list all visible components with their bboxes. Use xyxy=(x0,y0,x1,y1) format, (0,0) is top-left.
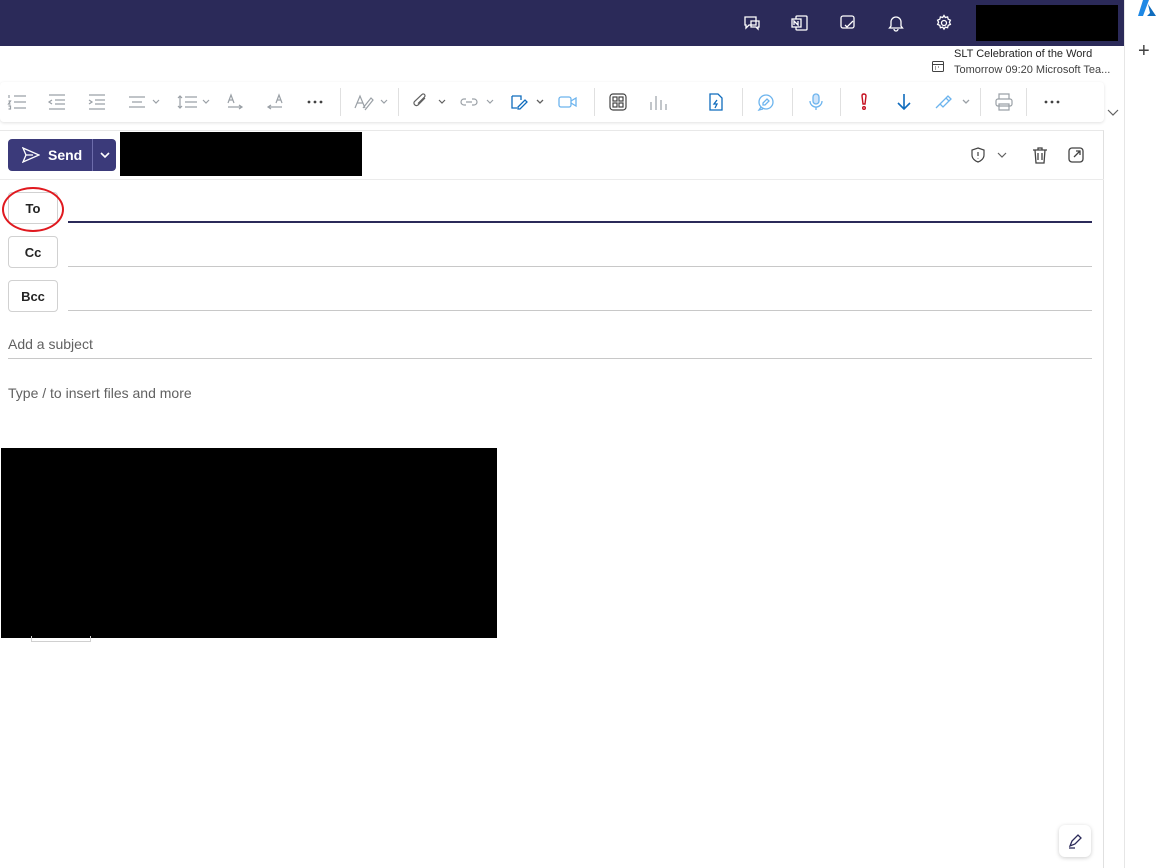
copilot-chat-icon[interactable] xyxy=(754,90,778,114)
bell-icon[interactable] xyxy=(882,9,910,37)
line-spacing-dropdown[interactable] xyxy=(176,90,212,114)
more-options-icon[interactable] xyxy=(1040,90,1064,114)
ltr-text-icon[interactable] xyxy=(224,90,246,114)
ribbon-divider xyxy=(340,88,341,116)
dictate-icon[interactable] xyxy=(804,90,828,114)
account-redacted[interactable] xyxy=(976,5,1118,41)
pop-out-icon[interactable] xyxy=(1066,145,1086,165)
add-app-icon[interactable]: + xyxy=(1138,41,1150,61)
onenote-icon[interactable] xyxy=(786,9,814,37)
send-button[interactable]: Send xyxy=(8,139,92,171)
send-icon xyxy=(22,147,40,163)
high-importance-icon[interactable] xyxy=(852,90,876,114)
ribbon-divider xyxy=(980,88,981,116)
loop-compose-icon[interactable] xyxy=(704,90,728,114)
signature-redacted xyxy=(1,448,497,638)
cc-field[interactable] xyxy=(68,266,1092,267)
from-account-redacted[interactable] xyxy=(120,132,362,176)
sensitivity-chevron-icon[interactable] xyxy=(992,145,1012,165)
formatting-ribbon xyxy=(0,82,1104,122)
increase-indent-icon[interactable] xyxy=(86,90,108,114)
event-title: SLT Celebration of the Word xyxy=(954,48,1093,60)
ribbon-expand-chevron-icon[interactable] xyxy=(1105,104,1121,120)
rtl-text-icon[interactable] xyxy=(264,90,286,114)
bcc-button[interactable]: Bcc xyxy=(8,280,58,312)
to-field[interactable] xyxy=(68,221,1092,223)
cc-button[interactable]: Cc xyxy=(8,236,58,268)
signature-dropdown[interactable] xyxy=(508,90,546,114)
alignment-dropdown[interactable] xyxy=(126,90,162,114)
app-rail: + xyxy=(1124,0,1162,868)
annotation-highlight-circle xyxy=(2,187,64,232)
my-day-icon[interactable] xyxy=(834,9,862,37)
calendar-icon xyxy=(932,59,944,72)
message-body[interactable]: Type / to insert files and more xyxy=(8,385,192,401)
ribbon-divider xyxy=(594,88,595,116)
sensitivity-shield-icon[interactable] xyxy=(968,145,988,165)
azure-icon[interactable] xyxy=(1137,0,1157,16)
more-format-icon[interactable] xyxy=(304,90,326,114)
apps-icon[interactable] xyxy=(606,90,630,114)
copilot-draft-button[interactable] xyxy=(1059,825,1091,857)
ribbon-divider xyxy=(398,88,399,116)
insert-link-dropdown[interactable] xyxy=(458,90,496,114)
ribbon-divider xyxy=(742,88,743,116)
feedback-icon[interactable] xyxy=(738,9,766,37)
discard-trash-icon[interactable] xyxy=(1030,145,1050,165)
header-divider xyxy=(0,179,1104,180)
low-importance-icon[interactable] xyxy=(892,90,916,114)
teams-meeting-icon[interactable] xyxy=(556,90,580,114)
ribbon-divider xyxy=(1026,88,1027,116)
app-header xyxy=(0,0,1124,46)
copilot-pen-icon xyxy=(1068,834,1082,849)
send-label: Send xyxy=(48,147,83,163)
numbering-icon[interactable] xyxy=(6,90,28,114)
upcoming-event-reminder[interactable]: SLT Celebration of the Word Tomorrow 09:… xyxy=(930,46,1120,80)
attach-file-dropdown[interactable] xyxy=(410,90,448,114)
signature-image-stub xyxy=(31,636,91,642)
ribbon-divider xyxy=(840,88,841,116)
gear-icon[interactable] xyxy=(930,9,958,37)
poll-icon[interactable] xyxy=(646,90,670,114)
compose-pane: Send To Cc Bcc Add a subject Type / to i… xyxy=(0,130,1104,868)
decrease-indent-icon[interactable] xyxy=(46,90,68,114)
editor-dropdown[interactable] xyxy=(352,90,390,114)
send-options-chevron-icon[interactable] xyxy=(92,139,116,171)
sensitivity-dropdown[interactable] xyxy=(932,90,972,114)
print-icon[interactable] xyxy=(992,90,1016,114)
event-detail: Tomorrow 09:20 Microsoft Tea... xyxy=(954,64,1111,76)
ribbon-divider xyxy=(792,88,793,116)
bcc-field[interactable] xyxy=(68,310,1092,311)
subject-underline xyxy=(8,358,1092,359)
subject-input[interactable]: Add a subject xyxy=(8,336,93,352)
